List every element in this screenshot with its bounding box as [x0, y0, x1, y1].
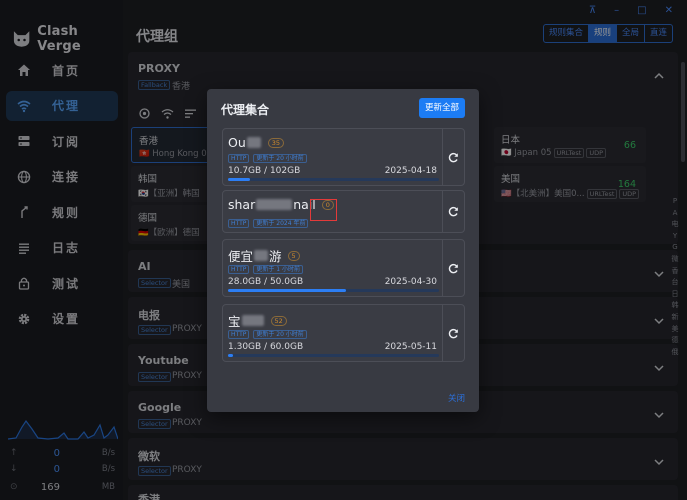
provider-count-badge: 35: [267, 137, 285, 148]
usage-bar: [228, 178, 439, 181]
provider-meta: HTTP 更新于 20 小时前: [228, 154, 307, 163]
provider-traffic: 1.30GB / 60.0GB: [228, 342, 304, 352]
redacted-text: [241, 315, 264, 326]
provider-name: 便宜游 5: [228, 246, 300, 265]
provider-type: HTTP: [228, 154, 250, 163]
provider-name-text: Ou: [228, 135, 246, 150]
refresh-icon: [448, 263, 458, 273]
provider-traffic: 28.0GB / 50.0GB: [228, 277, 304, 287]
provider-type: HTTP: [228, 219, 250, 228]
provider-dialog: 代理集合 更新全部 Ou 35 HTTP 更新于 20 小时前 10.7GB / …: [207, 89, 479, 412]
provider-updated: 更新于 2024 年前: [253, 219, 309, 228]
provider-card[interactable]: 便宜游 5 HTTP 更新于 1 小时前 28.0GB / 50.0GB 2025…: [222, 239, 465, 297]
provider-meta: HTTP 更新于 2024 年前: [228, 219, 309, 228]
provider-count-badge: 5: [287, 250, 300, 261]
usage-bar-fill: [228, 289, 347, 292]
provider-name: 宝 52: [228, 311, 287, 330]
provider-name-text: 便宜: [228, 249, 254, 264]
usage-bar: [228, 354, 439, 357]
provider-type: HTTP: [228, 265, 250, 274]
refresh-icon: [448, 328, 458, 338]
provider-type: HTTP: [228, 330, 250, 339]
redacted-text: [256, 199, 293, 210]
close-dialog-button[interactable]: 关闭: [448, 392, 465, 404]
provider-meta: HTTP 更新于 20 小时前: [228, 330, 307, 339]
annotation-highlight: [310, 199, 337, 221]
redacted-text: [246, 137, 261, 148]
refresh-button[interactable]: [442, 305, 464, 361]
provider-meta: HTTP 更新于 1 小时前: [228, 265, 303, 274]
usage-bar-fill: [228, 354, 233, 357]
provider-expire-date: 2025-05-11: [384, 342, 437, 352]
provider-updated: 更新于 20 小时前: [253, 154, 307, 163]
provider-name-text: 宝: [228, 314, 241, 329]
provider-card[interactable]: 宝 52 HTTP 更新于 20 小时前 1.30GB / 60.0GB 2025…: [222, 304, 465, 362]
update-all-button[interactable]: 更新全部: [418, 98, 465, 118]
refresh-button[interactable]: [442, 129, 464, 185]
provider-name: Ou 35: [228, 135, 285, 150]
dialog-title: 代理集合: [221, 103, 270, 117]
provider-traffic: 10.7GB / 102GB: [228, 166, 301, 176]
provider-name-suffix: 游: [269, 249, 282, 264]
provider-name-text: shar: [228, 197, 256, 212]
usage-bar-fill: [228, 178, 251, 181]
provider-expire-date: 2025-04-18: [384, 166, 437, 176]
refresh-button[interactable]: [442, 240, 464, 296]
provider-expire-date: 2025-04-30: [384, 277, 437, 287]
usage-bar: [228, 289, 439, 292]
provider-card[interactable]: Ou 35 HTTP 更新于 20 小时前 10.7GB / 102GB 2025…: [222, 128, 465, 186]
redacted-text: [254, 250, 269, 261]
provider-count-badge: 52: [270, 315, 287, 326]
refresh-button[interactable]: [442, 191, 464, 232]
provider-updated: 更新于 1 小时前: [253, 265, 303, 274]
refresh-icon: [448, 206, 458, 217]
provider-updated: 更新于 20 小时前: [253, 330, 307, 339]
refresh-icon: [448, 152, 458, 162]
provider-card[interactable]: shar nail 0 HTTP 更新于 2024 年前: [222, 190, 465, 233]
